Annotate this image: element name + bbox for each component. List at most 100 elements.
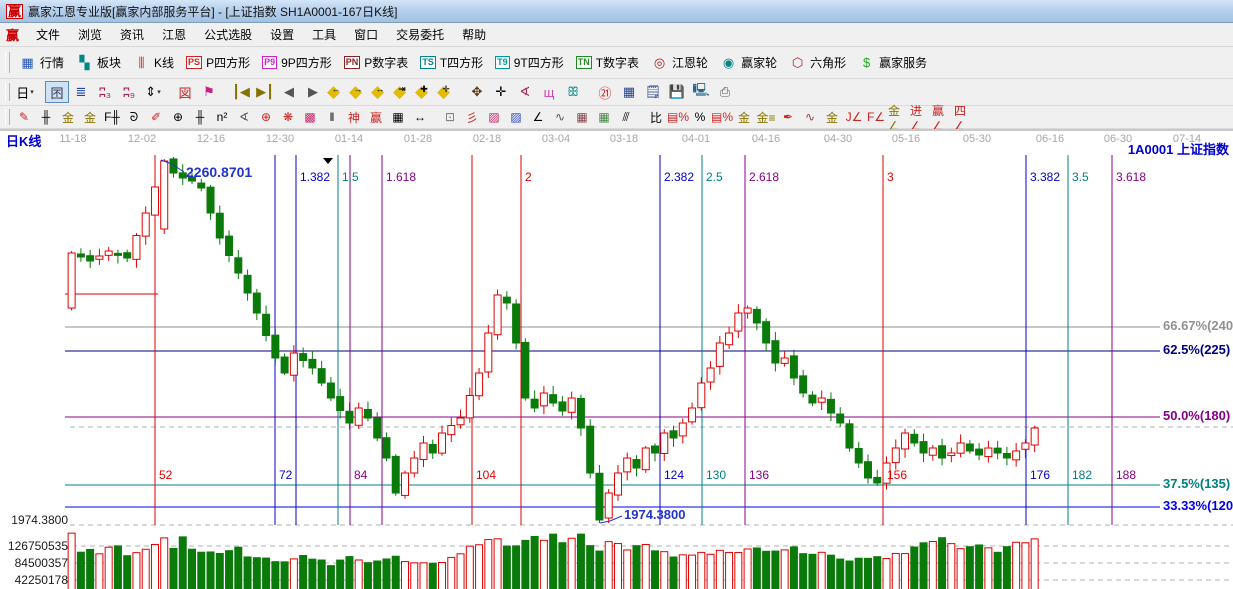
frame-box-icon[interactable]: ⊡ <box>439 108 461 127</box>
menu-item-浏览[interactable]: 浏览 <box>69 26 111 44</box>
kline-button[interactable]: ⫼K线 <box>127 51 180 74</box>
gold-grid-2-icon[interactable]: 金 <box>79 108 101 127</box>
menu-item-文件[interactable]: 文件 <box>27 26 69 44</box>
p-square-button[interactable]: PSP四方形 <box>180 51 256 74</box>
bars-sm-icon[interactable]: ‖ <box>321 108 343 127</box>
grid-3-icon[interactable]: ▦ <box>571 108 593 127</box>
candle-style-icon[interactable]: ⇕▾ <box>141 81 165 103</box>
box-red-icon[interactable]: ▨ <box>483 108 505 127</box>
last-bar-icon[interactable]: ▶┃ <box>253 81 277 103</box>
box-blue-icon[interactable]: ▨ <box>505 108 527 127</box>
chart-9-icon[interactable]: ʭ₉ <box>117 81 141 103</box>
si-angle-icon[interactable]: 四∠ <box>953 108 975 127</box>
menu-item-交易委托[interactable]: 交易委托 <box>387 26 453 44</box>
percent-icon[interactable]: % <box>689 108 711 127</box>
slashes-icon[interactable]: ⫻ <box>615 108 637 127</box>
pencil-2-icon[interactable]: ✐ <box>145 108 167 127</box>
chart-3-icon[interactable]: ʭ₃ <box>93 81 117 103</box>
clipboard-icon[interactable]: ≣ <box>69 81 93 103</box>
color-flag-icon[interactable]: ⚑ <box>197 81 221 103</box>
dia-both-icon[interactable]: ◆↔ <box>369 82 391 102</box>
menu-item-帮助[interactable]: 帮助 <box>453 26 495 44</box>
chart-area[interactable]: 日K线 1A0001 上证指数 11-1812-0212-1612-3001-1… <box>0 129 1233 589</box>
f-grid-icon[interactable]: F╫ <box>101 108 123 127</box>
ying-angle-icon[interactable]: 赢∠ <box>931 108 953 127</box>
pct-lines-2-icon[interactable]: ▤% <box>711 108 733 127</box>
dia-right-icon[interactable]: ◆→ <box>347 82 369 102</box>
winner-service-button[interactable]: $赢家服务 <box>852 51 933 74</box>
calendar-21-icon[interactable]: ㉑ <box>593 81 617 103</box>
next-bar-icon[interactable]: ▶ <box>301 81 325 103</box>
ying-icon[interactable]: 赢 <box>365 108 387 127</box>
dia-end-icon[interactable]: ◆⇥ <box>391 82 413 102</box>
gold-lines-3-icon[interactable]: 金 <box>821 108 843 127</box>
gold-grid-1-icon[interactable]: 金 <box>57 108 79 127</box>
menu-item-设置[interactable]: 设置 <box>261 26 303 44</box>
first-bar-icon[interactable]: ┃◀ <box>229 81 253 103</box>
angle-tool-icon[interactable]: ∢ <box>513 81 537 103</box>
dia-plus-icon[interactable]: ◆✚ <box>413 82 435 102</box>
grid-123-icon[interactable]: ▦ <box>387 108 409 127</box>
shen-icon[interactable]: 神 <box>343 108 365 127</box>
brain-icon[interactable]: ꕥ <box>561 81 585 103</box>
spiral-icon[interactable]: ᘐ <box>123 108 145 127</box>
pen-red-icon[interactable]: ✒ <box>777 108 799 127</box>
notepad-icon[interactable]: 🗒 <box>641 81 665 103</box>
t-square-button[interactable]: TST四方形 <box>414 51 489 74</box>
fan-red-icon[interactable]: 彡 <box>461 108 483 127</box>
calculator-icon[interactable]: ▦ <box>617 81 641 103</box>
compass-icon[interactable]: ⊕ <box>167 108 189 127</box>
grid-redblue-icon[interactable]: ▩ <box>299 108 321 127</box>
n-square-icon[interactable]: n² <box>211 108 233 127</box>
menu-item-资讯[interactable]: 资讯 <box>111 26 153 44</box>
sectors-button[interactable]: ▚板块 <box>70 51 127 74</box>
wave-2-icon[interactable]: ∿ <box>549 108 571 127</box>
network-icon[interactable]: 🖳 <box>689 81 713 103</box>
ratio-bars-icon[interactable]: 比 <box>645 108 667 127</box>
menu-item-江恩[interactable]: 江恩 <box>153 26 195 44</box>
gann-wheel-button[interactable]: ◎江恩轮 <box>645 51 714 74</box>
pattern-red-icon[interactable]: 図 <box>173 81 197 103</box>
save-icon[interactable]: 💾 <box>665 81 689 103</box>
wave-box-icon[interactable]: ∿ <box>799 108 821 127</box>
jin-angle-icon[interactable]: 进∠ <box>909 108 931 127</box>
toolbar-grip[interactable] <box>5 109 10 124</box>
pencil-icon[interactable]: ✎ <box>13 108 35 127</box>
target-red-icon[interactable]: ⊕ <box>255 108 277 127</box>
menu-item-公式选股[interactable]: 公式选股 <box>195 26 261 44</box>
width-arrows-icon[interactable]: ↔ <box>409 108 431 127</box>
9t-square-button[interactable]: T99T四方形 <box>489 51 570 74</box>
printer-icon[interactable]: ⎙ <box>713 81 737 103</box>
prev-bar-icon[interactable]: ◀ <box>277 81 301 103</box>
wave-pattern-icon[interactable]: 囨 <box>45 81 69 103</box>
pct-lines-icon[interactable]: ▤% <box>667 108 689 127</box>
magic-grid-icon[interactable]: щ <box>537 81 561 103</box>
crosshair-icon[interactable]: ✛ <box>489 81 513 103</box>
quotes-button[interactable]: ▦行情 <box>13 51 70 74</box>
menu-item-窗口[interactable]: 窗口 <box>345 26 387 44</box>
f-angle-icon[interactable]: F∠ <box>865 108 887 127</box>
angle-a-icon[interactable]: ∢ <box>233 108 255 127</box>
toolbar-grip[interactable] <box>5 52 10 74</box>
p-number-table-button[interactable]: PNP数字表 <box>338 51 415 74</box>
gold-lines-1-icon[interactable]: 金 <box>733 108 755 127</box>
9p-square-button[interactable]: P99P四方形 <box>256 51 338 74</box>
hand-tool-icon[interactable]: ✥ <box>465 81 489 103</box>
gann-grid-icon[interactable]: ╫ <box>35 108 57 127</box>
candle-body <box>494 295 501 335</box>
t-number-table-button[interactable]: TNT数字表 <box>570 51 645 74</box>
angle-2-icon[interactable]: ∠ <box>527 108 549 127</box>
dia-left-icon[interactable]: ◆← <box>325 82 347 102</box>
star-red-icon[interactable]: ❋ <box>277 108 299 127</box>
gold-lines-2-icon[interactable]: 金≡ <box>755 108 777 127</box>
period-day-icon[interactable]: 日▾ <box>13 81 37 103</box>
winner-wheel-button[interactable]: ◉赢家轮 <box>714 51 783 74</box>
hexagon-button[interactable]: ⬡六角形 <box>783 51 852 74</box>
grid-4-icon[interactable]: ▦ <box>593 108 615 127</box>
dia-target-icon[interactable]: ◆✛ <box>435 82 457 102</box>
j-angle-icon[interactable]: J∠ <box>843 108 865 127</box>
toolbar-grip[interactable] <box>5 83 10 101</box>
grid-2-icon[interactable]: ╫ <box>189 108 211 127</box>
gold-angle-icon[interactable]: 金∠ <box>887 108 909 127</box>
menu-item-工具[interactable]: 工具 <box>303 26 345 44</box>
